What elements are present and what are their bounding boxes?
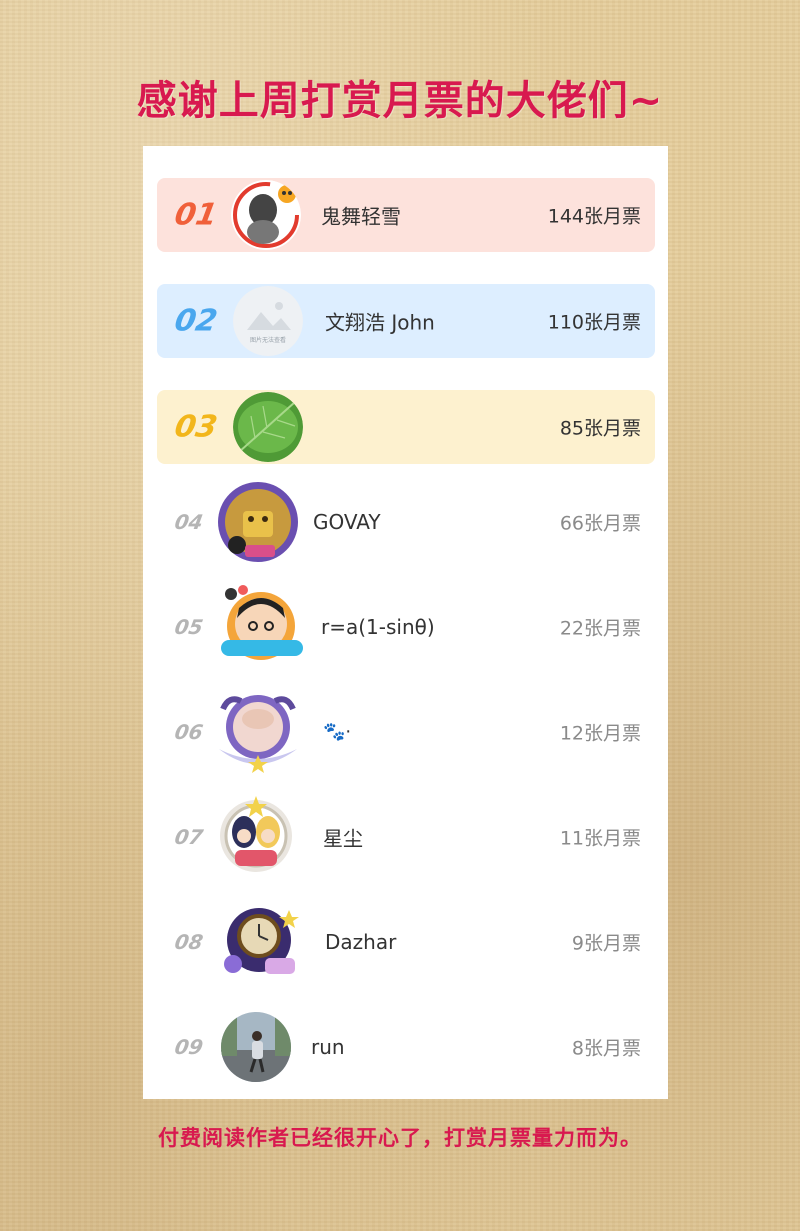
vote-count: 144张月票 xyxy=(547,205,641,228)
donor-name: run xyxy=(311,1035,345,1059)
leaderboard-row[interactable]: 01 鬼舞轻雪 144张月票 xyxy=(157,178,655,252)
rank-number: 03 xyxy=(171,409,220,445)
donor-name: 🐾· xyxy=(323,721,352,743)
donor-name: 文翔浩 John xyxy=(325,310,435,335)
page-title: 感谢上周打赏月票的大佬们~ xyxy=(136,78,664,124)
avatar[interactable] xyxy=(231,180,301,250)
rank-number: 01 xyxy=(171,197,220,233)
vote-count: 66张月票 xyxy=(559,512,641,535)
avatar[interactable] xyxy=(217,481,299,563)
avatar[interactable] xyxy=(233,392,303,462)
rank-number: 04 xyxy=(172,510,205,534)
rank-number: 08 xyxy=(172,930,205,954)
leaderboard-row[interactable]: 04 GOVAY 66张月票 xyxy=(157,482,655,562)
avatar[interactable] xyxy=(211,794,301,880)
leaderboard-row[interactable]: 05 r=a(1-sinθ) 22张月票 xyxy=(157,585,655,664)
vote-count: 12张月票 xyxy=(559,722,641,745)
vote-count: 11张月票 xyxy=(559,827,641,850)
avatar[interactable] xyxy=(217,584,307,670)
rank-number: 07 xyxy=(172,825,205,849)
leaderboard-row[interactable]: 07 星尘 11张月票 xyxy=(157,796,655,874)
rank-number: 05 xyxy=(172,615,205,639)
rank-number: 02 xyxy=(171,303,220,339)
rank-number: 06 xyxy=(172,720,205,744)
vote-count: 8张月票 xyxy=(571,1037,641,1060)
donor-name: 星尘 xyxy=(323,826,363,851)
vote-count: 85张月票 xyxy=(559,417,641,440)
leaderboard-row[interactable]: 02 图片无法查看 文翔浩 John 110张月票 xyxy=(157,284,655,358)
leaderboard-row[interactable]: 03 85张月票 xyxy=(157,390,655,464)
avatar[interactable] xyxy=(221,1012,291,1082)
vote-count: 22张月票 xyxy=(559,617,641,640)
donor-name: r=a(1-sinθ) xyxy=(321,615,435,639)
rank-number: 09 xyxy=(172,1035,205,1059)
leaderboard-row[interactable]: 06 🐾· 12张月票 xyxy=(157,695,655,773)
leaderboard-row[interactable]: 08 Dazhar 9张月票 xyxy=(157,905,655,979)
avatar[interactable] xyxy=(209,689,307,775)
vote-count: 9张月票 xyxy=(571,932,641,955)
leaderboard-row[interactable]: 09 run 8张月票 xyxy=(157,1010,655,1084)
avatar-placeholder-text: 图片无法查看 xyxy=(250,336,286,344)
footer-note: 付费阅读作者已经很开心了，打赏月票量力而为。 xyxy=(158,1126,642,1150)
avatar[interactable]: 图片无法查看 xyxy=(233,286,303,356)
vote-count: 110张月票 xyxy=(547,311,641,334)
leaderboard-card: 01 鬼舞轻雪 144张月票 02 图片无法查看 文翔浩 John 110张月票… xyxy=(143,146,668,1099)
donor-name: GOVAY xyxy=(313,510,381,534)
avatar[interactable] xyxy=(217,902,303,982)
donor-name: Dazhar xyxy=(325,930,397,954)
donor-name: 鬼舞轻雪 xyxy=(321,204,401,229)
